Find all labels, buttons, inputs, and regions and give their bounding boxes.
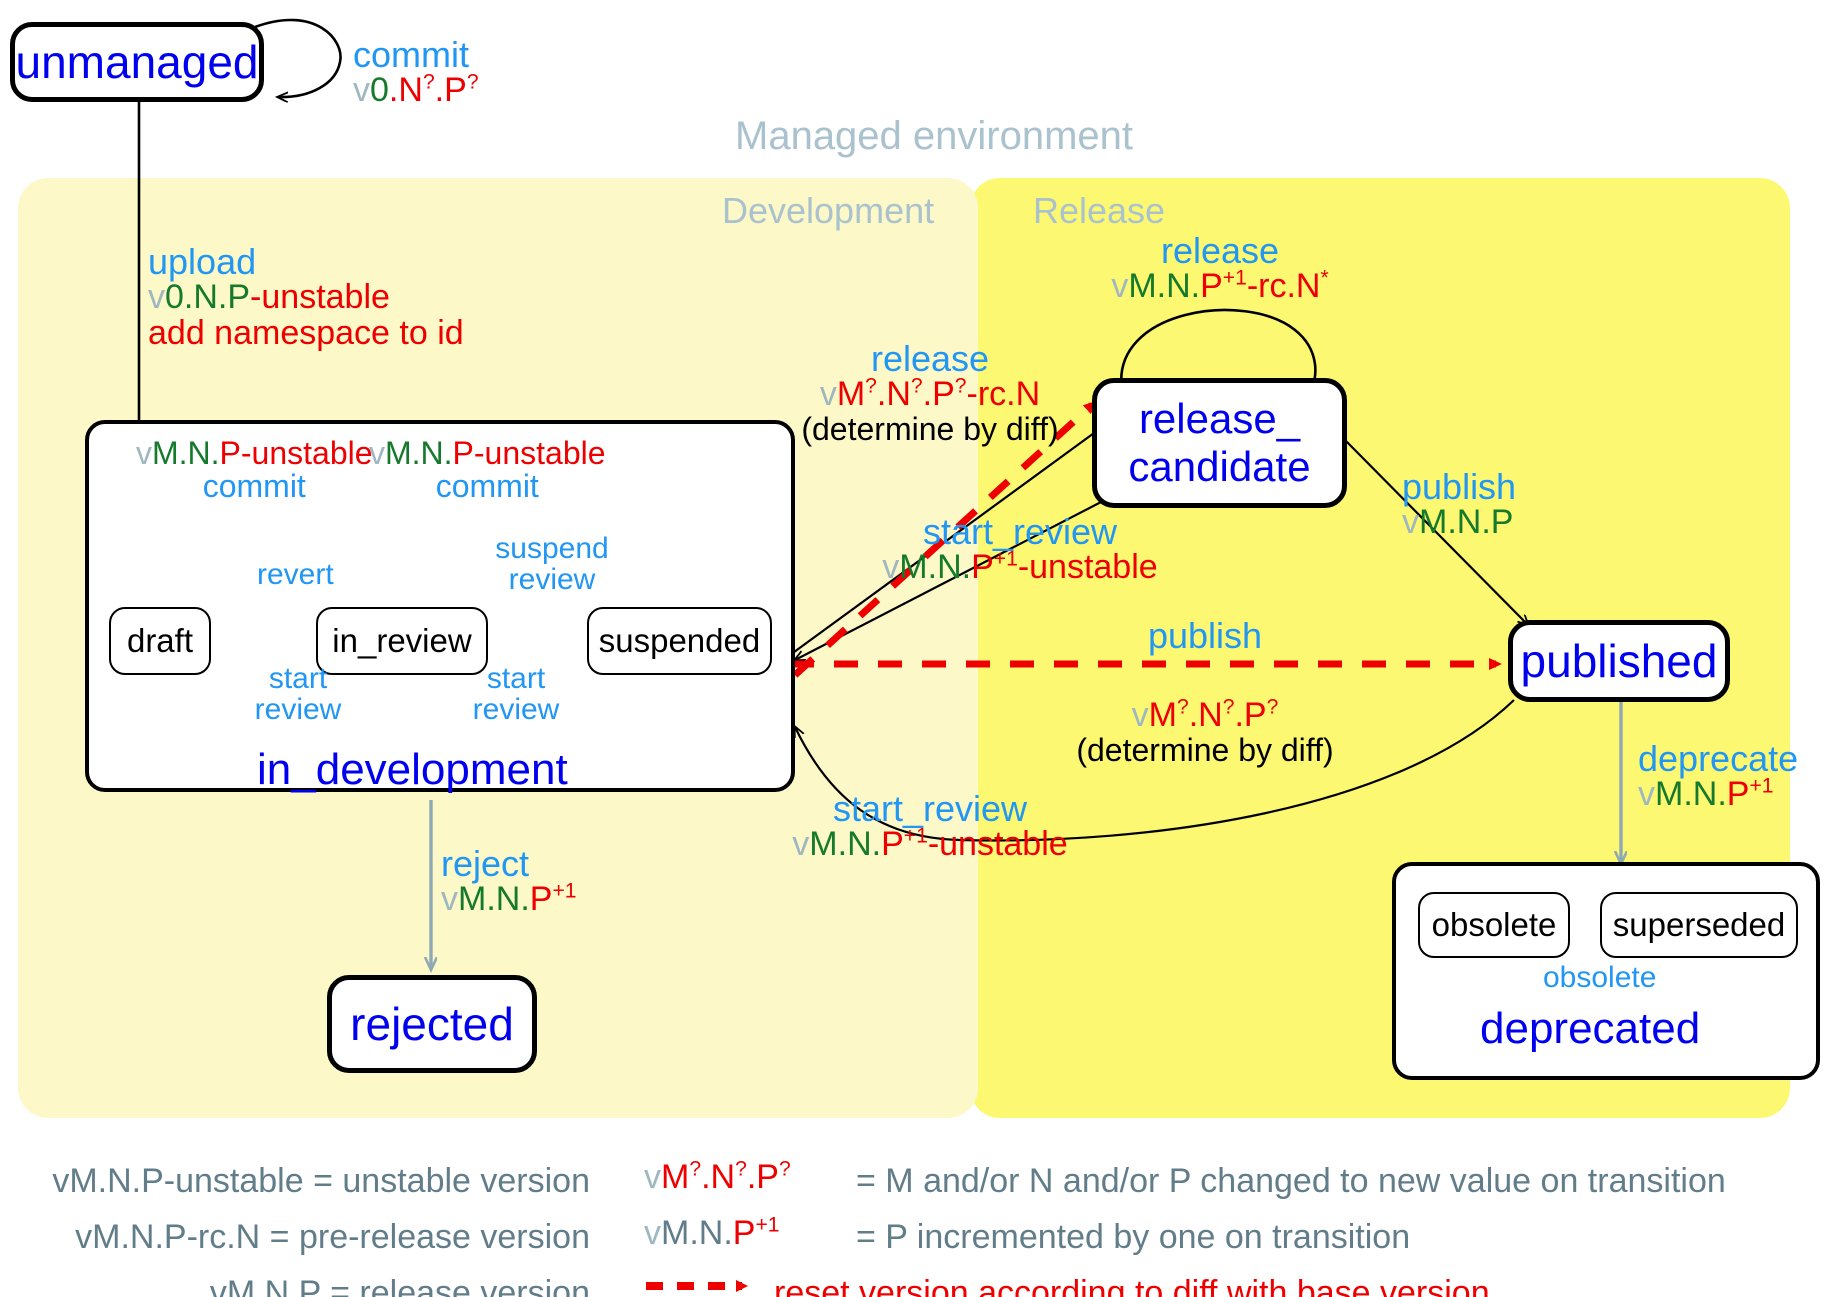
label-dev-publish-version: vM?.N?.P? xyxy=(1131,696,1279,735)
label-reject: reject vM.N.P+1 xyxy=(441,845,577,918)
label-deprecate: deprecate vM.N.P+1 xyxy=(1638,740,1798,813)
state-deprecated-label: deprecated xyxy=(1480,1004,1701,1053)
state-in-review-label: in_review xyxy=(332,622,472,659)
label-rc-start-review-version: vM.N.P+1-unstable xyxy=(882,548,1158,587)
legend-left-row-1: vM.N.P-rc.N = pre-release version xyxy=(75,1218,590,1256)
label-upload-version: v0.N.P-unstable xyxy=(148,278,390,317)
label-in-review-commit-event: commit xyxy=(435,468,539,505)
state-obsolete-label: obsolete xyxy=(1431,906,1557,943)
state-rejected-label: rejected xyxy=(350,998,514,1050)
state-draft-label: draft xyxy=(126,622,194,659)
label-release-to-rc: release vM?.N?.P?-rc.N (determine by dif… xyxy=(800,340,1060,446)
label-rc-publish-event: publish xyxy=(1402,466,1517,507)
page-title: Managed environment xyxy=(735,114,1134,158)
label-draft-commit: vM.N.P-unstable commit xyxy=(136,435,373,505)
legend-left-row-2: vM.N.P = release version xyxy=(209,1274,590,1297)
dashed-arrow-icon xyxy=(644,1280,762,1292)
legend-right-symbol-2 xyxy=(644,1270,762,1297)
label-rc-self-release-event: release xyxy=(1160,230,1280,271)
label-rc-start-review-event: start_review xyxy=(922,511,1118,552)
label-start-review-suspended-line2: review xyxy=(472,693,560,727)
label-draft-commit-event: commit xyxy=(202,468,306,505)
label-in-review-commit-version: vM.N.P-unstable xyxy=(369,435,606,471)
label-dev-publish: publish vM?.N?.P? (determine by diff) xyxy=(1055,617,1355,767)
label-deprecate-event: deprecate xyxy=(1638,738,1799,779)
label-reject-event: reject xyxy=(441,843,530,884)
label-release-to-rc-event: release xyxy=(870,338,990,379)
label-rc-start-review: start_review vM.N.P+1-unstable xyxy=(870,513,1170,586)
label-upload-event: upload xyxy=(148,241,257,282)
label-rc-publish: publish vM.N.P xyxy=(1402,468,1516,541)
legend-right-symbol-0: vM?.N?.P? xyxy=(644,1157,791,1196)
label-unmanaged-self-event: commit xyxy=(353,34,469,75)
label-suspend-review-line1: suspend xyxy=(495,532,609,565)
label-dev-publish-event: publish xyxy=(1147,615,1263,656)
state-in-development-label: in_development xyxy=(257,745,568,794)
state-unmanaged-label: unmanaged xyxy=(15,36,259,88)
label-reject-version: vM.N.P+1 xyxy=(441,880,577,919)
label-deprecate-version: vM.N.P+1 xyxy=(1638,775,1774,814)
state-superseded-label: superseded xyxy=(1612,906,1786,943)
label-published-start-review-event: start_review xyxy=(832,788,1028,829)
state-rejected[interactable]: rejected xyxy=(327,975,537,1073)
label-upload-note: add namespace to id xyxy=(148,313,464,352)
label-start-review-draft-line2: review xyxy=(254,693,342,727)
region-title-release: Release xyxy=(1033,190,1166,231)
label-published-start-review: start_review vM.N.P+1-unstable xyxy=(780,790,1080,863)
state-suspended[interactable]: suspended xyxy=(587,607,772,675)
label-start-review-suspended-line1: start xyxy=(486,662,546,695)
label-rc-publish-version: vM.N.P xyxy=(1402,503,1514,542)
label-superseded-to-obsolete: obsolete xyxy=(1543,961,1657,994)
label-unmanaged-self: commit v0.N?.P? xyxy=(353,36,479,109)
state-published-label: published xyxy=(1520,635,1718,687)
state-unmanaged[interactable]: unmanaged xyxy=(10,22,264,102)
label-unmanaged-self-version: v0.N?.P? xyxy=(353,71,479,110)
label-dev-publish-note: (determine by diff) xyxy=(1076,731,1334,768)
label-start-review-suspended: start review xyxy=(461,662,571,727)
legend-left-row-0: vM.N.P-unstable = unstable version xyxy=(52,1162,590,1200)
label-draft-commit-version: vM.N.P-unstable xyxy=(136,435,373,471)
label-published-start-review-version: vM.N.P+1-unstable xyxy=(792,825,1068,864)
region-title-development: Development xyxy=(722,190,935,231)
legend-right-desc-0: = M and/or N and/or P changed to new val… xyxy=(856,1162,1726,1200)
state-suspended-label: suspended xyxy=(598,622,761,659)
label-rc-self-release: release vM.N.P+1-rc.N* xyxy=(1085,232,1355,305)
label-in-review-commit: vM.N.P-unstable commit xyxy=(369,435,606,505)
state-release-candidate-label-line1: release_ xyxy=(1138,395,1301,442)
label-suspend-review: suspend review xyxy=(487,532,617,597)
label-rc-self-release-version: vM.N.P+1-rc.N* xyxy=(1111,267,1329,306)
label-revert: revert xyxy=(257,558,334,591)
label-release-to-rc-version: vM?.N?.P?-rc.N xyxy=(819,375,1041,414)
state-published[interactable]: published xyxy=(1508,620,1730,702)
state-release-candidate[interactable]: release_ candidate xyxy=(1092,378,1347,508)
legend-right-desc-2: reset version according to diff with bas… xyxy=(774,1274,1490,1297)
state-draft[interactable]: draft xyxy=(109,607,211,675)
state-obsolete[interactable]: obsolete xyxy=(1418,892,1570,958)
legend-right-symbol-1: vM.N.P+1 xyxy=(644,1213,780,1252)
label-release-to-rc-note: (determine by diff) xyxy=(801,410,1059,447)
state-release-candidate-label-line2: candidate xyxy=(1128,443,1311,490)
edge-unmanaged-self xyxy=(254,18,342,97)
state-superseded[interactable]: superseded xyxy=(1600,892,1798,958)
legend-right-desc-1: = P incremented by one on transition xyxy=(856,1218,1411,1256)
state-machine-diagram: Managed environment Development Release … xyxy=(0,0,1848,1297)
label-upload: upload v0.N.P-unstable add namespace to … xyxy=(148,243,464,351)
label-start-review-draft-line1: start xyxy=(268,662,328,695)
label-start-review-draft: start review xyxy=(243,662,353,727)
label-suspend-review-line2: review xyxy=(508,563,596,597)
